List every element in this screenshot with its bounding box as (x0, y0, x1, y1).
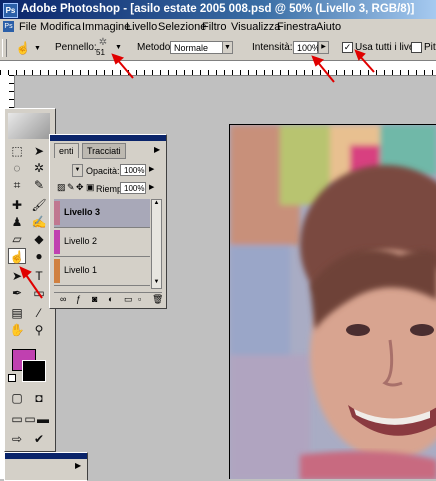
annotation-arrows (19, 49, 375, 299)
